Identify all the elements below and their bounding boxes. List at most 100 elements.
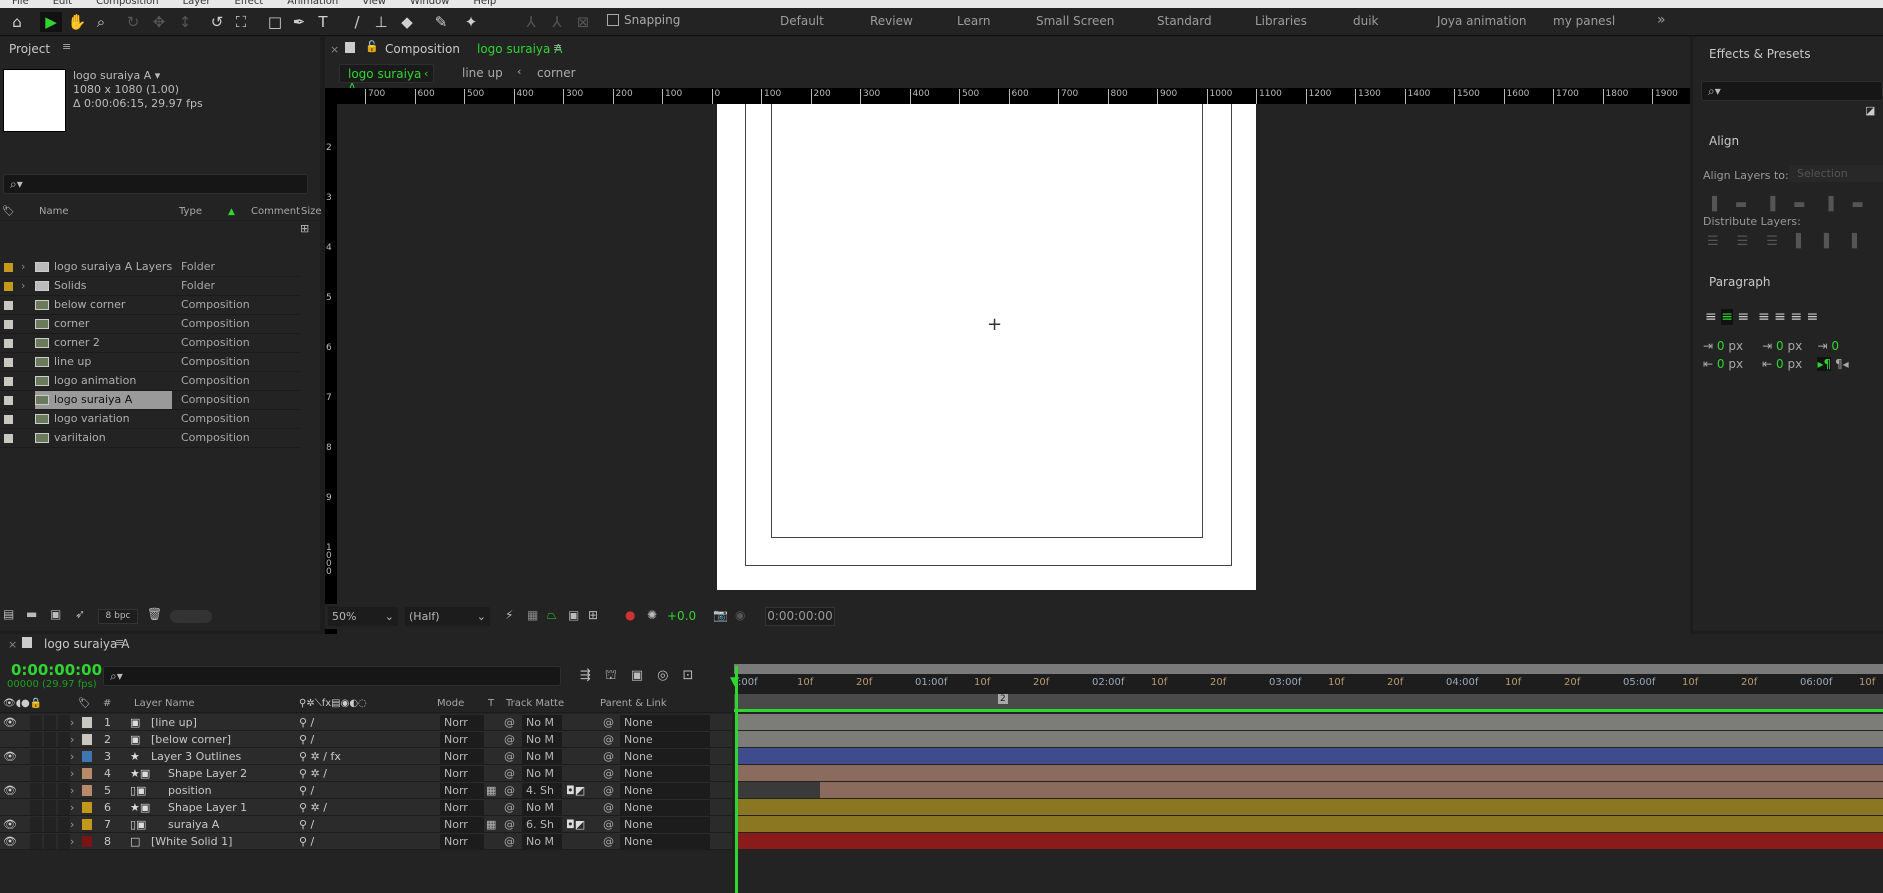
blend-mode-dropdown[interactable]: Norr [440,817,484,832]
parent-pickwhip-icon[interactable]: @ [603,800,614,815]
workspace-tab-3[interactable]: Small Screen [1036,14,1114,28]
expand-chevron-icon[interactable]: › [70,732,74,747]
lock-toggle[interactable] [58,834,70,849]
menu-file[interactable]: File [12,0,29,7]
world-axis-icon[interactable]: ⅄ [546,12,568,32]
comp-name[interactable]: logo suraiya A ▾ [73,69,203,83]
current-time-field[interactable]: 0:00:00:00 [765,607,835,626]
workspace-tab-2[interactable]: Learn [957,14,991,28]
column-track-matte[interactable]: Track Matte [506,694,564,713]
track-matte-toggle-icon[interactable]: ▦ [486,817,496,832]
parent-dropdown[interactable]: None [620,783,710,798]
audio-toggle[interactable] [30,817,42,832]
track-matte-dropdown[interactable]: No M [522,766,562,781]
matte-alpha-icon[interactable]: ◘◩ [566,817,585,832]
workspace-tab-6[interactable]: duik [1353,14,1379,28]
workspace-tab-8[interactable]: my panesl [1553,14,1615,28]
label-color[interactable] [82,819,92,830]
local-axis-icon[interactable]: ⅄ [520,12,542,32]
parent-dropdown[interactable]: None [620,732,710,747]
solo-toggle[interactable] [44,749,56,764]
roto-brush-icon[interactable]: ✎ [430,12,452,32]
view-axis-icon[interactable]: ⊠ [572,12,594,32]
exposure-value[interactable]: +0.0 [667,609,696,623]
pickwhip-icon[interactable]: @ [504,766,515,781]
indent-right-value[interactable]: 0 [1717,357,1725,371]
layer-row[interactable]: › 2 ▣ [below corner] ⚲ / Norr @ No M @ None [0,731,732,748]
project-item[interactable]: line up Composition [0,353,300,372]
label-color[interactable] [4,396,13,405]
solo-toggle[interactable] [44,817,56,832]
column-type[interactable]: Type [179,203,202,221]
resolution-dropdown[interactable]: (Half) ⌄ [405,607,490,626]
layer-duration-bar[interactable] [738,799,1883,815]
track-matte-dropdown[interactable]: 4. Sh [522,783,562,798]
flowchart-icon[interactable]: ⊞ [300,222,309,235]
expand-chevron-icon[interactable]: › [70,749,74,764]
project-search-input[interactable]: ⌕▾ [3,174,308,194]
lock-icon[interactable]: 🔓 [365,40,379,53]
indent-left-value[interactable]: 0 [1717,339,1725,353]
label-color[interactable] [82,768,92,779]
layer-row[interactable]: 👁 › 5 ▯▣ position ⚲ / Norr ▦ @4. Sh ◘◩ @ None [0,782,732,799]
parent-dropdown[interactable]: None [620,834,710,849]
label-color[interactable] [82,802,92,813]
menu-window[interactable]: Window [410,0,449,7]
audio-toggle[interactable] [30,783,42,798]
menu-edit[interactable]: Edit [53,0,72,7]
align-buttons[interactable]: ▐▬▐▬▐▬▐▬ [1707,197,1883,212]
project-item[interactable]: › logo suraiya A Layers Folder [0,258,300,277]
label-color[interactable] [4,320,13,329]
distribute-buttons[interactable]: ☰☰☰▌▌▌ [1707,234,1880,249]
label-color[interactable] [4,339,13,348]
viewer-canvas[interactable]: + [337,104,1690,634]
channel-icon[interactable]: ● [625,608,635,622]
close-icon[interactable]: × [330,43,339,56]
layer-row[interactable]: 👁 › 8 □ [White Solid 1] ⚲ / Norr @ No M @ None [0,833,732,850]
eraser-tool-icon[interactable]: ◆ [396,12,418,32]
region-of-interest-icon[interactable]: ▣ [568,608,579,622]
composition-tab-name[interactable]: logo suraiya A [477,42,562,56]
pickwhip-icon[interactable]: @ [504,800,515,815]
bit-depth-button[interactable]: 8 bpc [98,609,138,624]
solo-toggle[interactable] [44,783,56,798]
audio-toggle[interactable] [30,766,42,781]
layer-duration-bar[interactable] [738,714,1883,730]
pan-camera-icon[interactable]: ✥ [148,12,170,32]
layer-name[interactable]: Shape Layer 1 [168,800,247,815]
audio-toggle[interactable] [30,715,42,730]
effects-presets-title[interactable]: Effects & Presets [1709,47,1810,61]
menu-view[interactable]: View [362,0,386,7]
layer-duration-bar[interactable] [738,748,1883,764]
layer-row[interactable]: › 6 ★▣ Shape Layer 1 ⚲ ✲ / Norr @ No M @ None [0,799,732,816]
menu-composition[interactable]: Composition [96,0,158,7]
new-preset-icon[interactable]: ◪ [1865,104,1875,117]
layer-duration-bar[interactable] [738,731,1883,747]
track-matte-dropdown[interactable]: No M [522,732,562,747]
space-before-value[interactable]: 0 [1776,339,1784,353]
lock-toggle[interactable] [58,766,70,781]
mask-visibility-icon[interactable]: ⏢ [547,608,557,623]
label-color[interactable] [82,785,92,796]
parent-pickwhip-icon[interactable]: @ [603,766,614,781]
grid-guides-icon[interactable]: ⊞ [588,608,598,622]
snapshot-icon[interactable]: 📷 [713,608,728,622]
new-composition-icon[interactable]: ▣ [50,607,61,621]
blend-mode-dropdown[interactable]: Norr [440,783,484,798]
project-item[interactable]: › Solids Folder [0,277,300,296]
switches[interactable]: ⚲ ✲ / [299,800,327,815]
space-after-value[interactable]: 0 [1776,357,1784,371]
lock-toggle[interactable] [58,817,70,832]
project-item[interactable]: variitaion Composition [0,429,300,448]
project-item[interactable]: logo suraiya A Composition [0,391,300,410]
workspace-tab-7[interactable]: Joya animation [1437,14,1526,28]
magnification-dropdown[interactable]: 50% ⌄ [328,607,398,626]
thumbnail-slider[interactable] [170,610,212,623]
column-parent[interactable]: Parent & Link [600,694,667,713]
expand-chevron-icon[interactable]: › [21,258,25,276]
parent-pickwhip-icon[interactable]: @ [603,749,614,764]
track-matte-dropdown[interactable]: No M [522,800,562,815]
eye-icon[interactable]: 👁 [3,715,17,730]
rotate-tool-icon[interactable]: ↺ [206,12,228,32]
menu-effect[interactable]: Effect [234,0,263,7]
